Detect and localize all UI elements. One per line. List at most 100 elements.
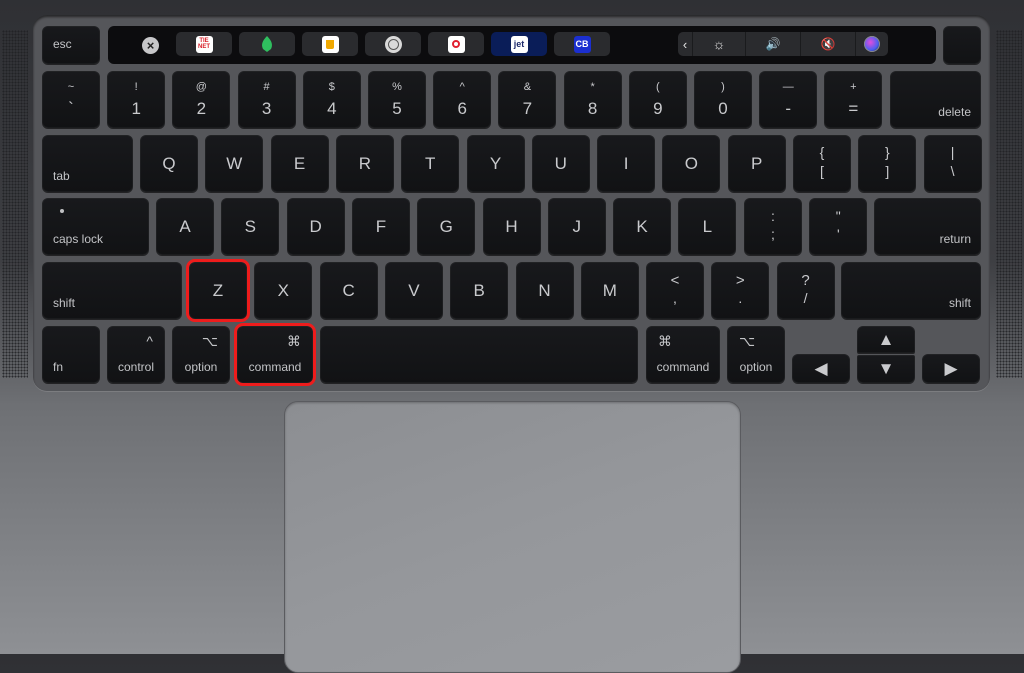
key-letter[interactable]: P	[727, 135, 786, 192]
key-symbol[interactable]: ? /	[776, 262, 835, 319]
volume-icon[interactable]: 🔊	[746, 32, 800, 56]
key-letter[interactable]: Y	[466, 135, 525, 192]
touchbar-app-button[interactable]	[239, 32, 295, 56]
key-space[interactable]	[320, 326, 638, 383]
key-label: \	[950, 163, 955, 179]
key-delete[interactable]: delete	[890, 71, 981, 128]
key-control[interactable]: ^ control	[107, 326, 165, 383]
key-number[interactable]: — -	[759, 71, 818, 128]
key-label: [	[820, 163, 824, 179]
key-number[interactable]: (9	[628, 71, 687, 128]
key-touch-id[interactable]	[943, 26, 981, 64]
key-label: X	[277, 280, 289, 300]
key-letter[interactable]: N	[515, 262, 574, 319]
key-option-right[interactable]: ⌥ option	[727, 326, 785, 383]
touchbar-app-button[interactable]	[428, 32, 484, 56]
key-number[interactable]: @2	[172, 71, 231, 128]
key-letter[interactable]: A	[156, 198, 214, 255]
siri-icon	[864, 36, 880, 52]
key-symbol[interactable]: " '	[809, 198, 868, 255]
key-number[interactable]: ~ `	[42, 71, 100, 128]
key-letter[interactable]: O	[662, 135, 721, 192]
key-shift-label: )	[721, 81, 725, 93]
key-letter[interactable]: L	[678, 198, 737, 255]
arrow-left-icon: ◀	[814, 358, 828, 378]
trackpad[interactable]	[284, 401, 741, 673]
key-letter[interactable]: R	[335, 135, 394, 192]
key-arrow-left[interactable]: ◀	[792, 354, 850, 383]
key-command-right[interactable]: ⌘ command	[646, 326, 720, 383]
key-number[interactable]: #3	[237, 71, 296, 128]
key-symbol[interactable]: :;	[744, 198, 802, 255]
key-letter[interactable]: I	[597, 135, 656, 192]
key-label: caps lock	[53, 232, 104, 246]
key-arrow-down[interactable]: ▼	[857, 355, 915, 383]
key-letter[interactable]: Q	[140, 135, 198, 192]
key-symbol[interactable]: | \	[923, 135, 982, 192]
key-letter[interactable]: K	[613, 198, 672, 255]
key-letter[interactable]: E	[270, 135, 329, 192]
key-shift-label: ~	[67, 81, 75, 93]
expand-chevron-icon[interactable]: ‹	[678, 32, 692, 56]
key-letter[interactable]: J	[547, 198, 606, 255]
app-record-icon	[447, 35, 465, 53]
touchbar-app-button[interactable]: TIE NET	[176, 32, 232, 56]
key-label: ]	[885, 163, 890, 179]
siri-button[interactable]	[856, 32, 888, 56]
key-return[interactable]: return	[874, 198, 981, 255]
key-number[interactable]: * 8	[563, 71, 622, 128]
key-label: ;	[771, 226, 775, 242]
brightness-icon[interactable]: ☼	[693, 32, 745, 56]
key-tab[interactable]: tab	[42, 135, 133, 192]
key-number[interactable]: & 7	[498, 71, 557, 128]
key-number[interactable]: % 5	[368, 71, 426, 128]
key-letter[interactable]: B	[450, 262, 509, 319]
key-letter[interactable]: X	[254, 262, 313, 319]
key-letter[interactable]: D	[286, 198, 345, 255]
key-shift-label: !	[134, 81, 138, 93]
mute-icon[interactable]: 🔇	[801, 32, 855, 56]
key-label: O	[684, 153, 698, 173]
key-letter[interactable]: T	[401, 135, 460, 192]
key-letter[interactable]: G	[417, 198, 476, 255]
key-caps-lock[interactable]: caps lock	[42, 198, 149, 255]
option-symbol-icon: ⌥	[739, 333, 756, 349]
app-evernote-leaf-icon	[259, 36, 276, 53]
key-number[interactable]: ! 1	[107, 71, 166, 128]
touchbar-app-button[interactable]	[365, 32, 421, 56]
key-shift-label: "	[835, 208, 841, 224]
key-letter[interactable]: C	[319, 262, 378, 319]
key-option-left[interactable]: ⌥ option	[172, 326, 230, 383]
key-arrow-right[interactable]: ▶	[922, 354, 980, 383]
key-label: C	[342, 280, 355, 300]
key-symbol[interactable]: {[	[793, 135, 851, 192]
key-shift-left[interactable]: shift	[42, 262, 182, 319]
key-letter[interactable]: F	[351, 198, 410, 255]
key-number[interactable]: + =	[824, 71, 883, 128]
caps-lock-indicator-icon	[60, 209, 64, 213]
key-letter[interactable]: H	[482, 198, 541, 255]
touchbar-app-button[interactable]: jet	[491, 32, 547, 56]
key-letter[interactable]: W	[205, 135, 264, 192]
key-shift-right[interactable]: shift	[841, 262, 981, 319]
key-command-left[interactable]: ⌘ command	[234, 323, 316, 386]
key-number[interactable]: $4	[302, 71, 361, 128]
key-letter[interactable]: V	[384, 262, 443, 319]
key-label: 6	[457, 99, 467, 118]
key-letter[interactable]: S	[221, 198, 280, 255]
key-number[interactable]: ^ 6	[433, 71, 492, 128]
key-fn[interactable]: fn	[42, 326, 100, 383]
key-esc[interactable]: esc	[42, 26, 100, 64]
key-label: option	[184, 360, 218, 374]
key-symbol[interactable]: <,	[646, 262, 704, 319]
touchbar-app-button[interactable]: CB	[554, 32, 610, 56]
key-letter[interactable]: U	[531, 135, 590, 192]
key-symbol[interactable]: }]	[858, 135, 917, 192]
key-letter[interactable]: Z	[186, 259, 250, 322]
key-number[interactable]: ) 0	[694, 71, 752, 128]
key-letter[interactable]: M	[580, 262, 639, 319]
touchbar-app-button[interactable]	[302, 32, 358, 56]
key-symbol[interactable]: >.	[711, 262, 770, 319]
key-arrow-up[interactable]: ▲	[857, 326, 915, 353]
close-circle-icon[interactable]: ×	[142, 37, 159, 54]
